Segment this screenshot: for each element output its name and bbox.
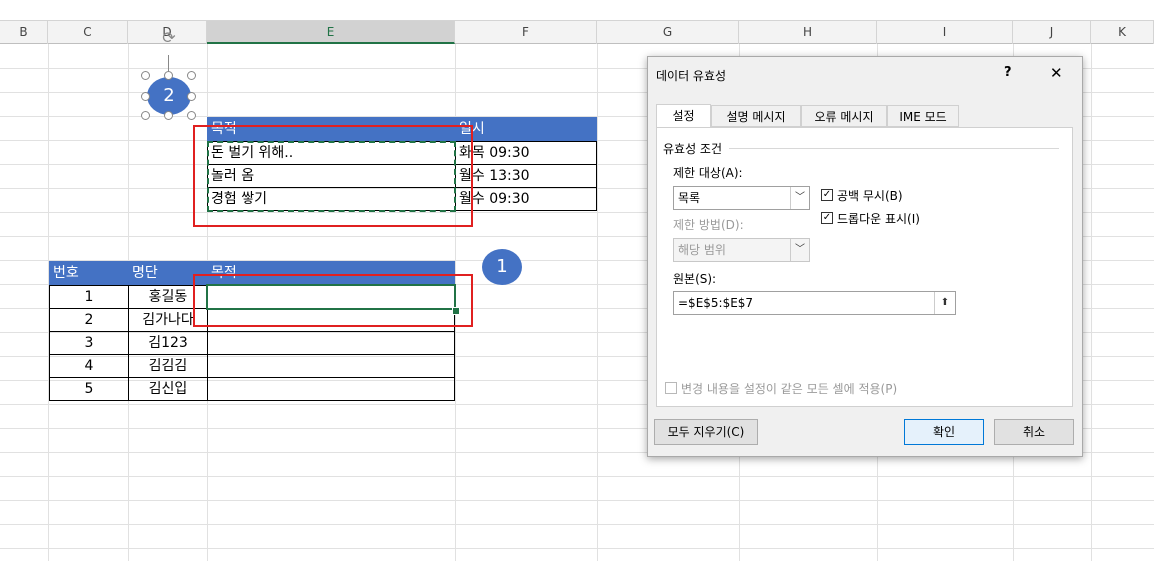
allow-select[interactable]: 목록 ﹀ <box>673 186 810 210</box>
in-cell-dropdown-label: 드롭다운 표시(I) <box>837 212 920 226</box>
ok-button[interactable]: 확인 <box>904 419 984 445</box>
in-cell-dropdown-checkbox[interactable]: ✓ <box>821 212 833 224</box>
allow-label: 제한 대상(A): <box>673 166 743 180</box>
column-header-k[interactable]: K <box>1091 21 1154 44</box>
column-header-b[interactable]: B <box>0 21 48 44</box>
highlight-box-source <box>193 125 473 227</box>
purpose-input-cell[interactable] <box>207 377 455 401</box>
callout-two[interactable]: 2 <box>147 77 191 115</box>
chevron-down-icon[interactable]: ﹀ <box>790 187 809 209</box>
apply-all-label: 변경 내용을 설정이 같은 모든 셀에 적용(P) <box>681 382 898 396</box>
tab-settings[interactable]: 설정 <box>656 104 711 128</box>
source-label: 원본(S): <box>673 272 717 286</box>
purpose-input-cell[interactable] <box>207 331 455 355</box>
data-select-value: 해당 범위 <box>678 243 726 257</box>
collapse-dialog-icon[interactable]: ⬆ <box>934 292 955 314</box>
cancel-button[interactable]: 취소 <box>994 419 1074 445</box>
callout-one: 1 <box>482 249 522 285</box>
column-header-j[interactable]: J <box>1013 21 1091 44</box>
column-header-i[interactable]: I <box>877 21 1013 44</box>
name-cell[interactable]: 김김김 <box>128 354 208 378</box>
name-cell[interactable]: 김123 <box>128 331 208 355</box>
settings-panel: 유효성 조건 제한 대상(A): 목록 ﹀ ✓ 공백 무시(B) ✓ 드롭다운 … <box>656 127 1073 407</box>
column-header-h[interactable]: H <box>739 21 877 44</box>
section-divider <box>729 148 1059 149</box>
number-cell[interactable]: 1 <box>49 285 129 309</box>
apply-all-checkbox[interactable] <box>665 382 677 394</box>
dialog-title: 데이터 유효성 <box>656 69 727 83</box>
clear-all-button[interactable]: 모두 지우기(C) <box>654 419 758 445</box>
help-button[interactable]: ? <box>1004 65 1012 80</box>
data-validation-dialog: 데이터 유효성 ? ✕ 설정 설명 메시지 오류 메시지 IME 모드 유효성 … <box>647 56 1083 457</box>
tab-ime-mode[interactable]: IME 모드 <box>887 105 959 127</box>
purpose-input-cell[interactable] <box>207 354 455 378</box>
data-select: 해당 범위 ﹀ <box>673 238 810 262</box>
column-header-e[interactable]: E <box>207 21 455 44</box>
header-schedule[interactable]: 일시 <box>455 117 597 141</box>
chevron-down-icon: ﹀ <box>790 239 809 261</box>
ignore-blank-label: 공백 무시(B) <box>837 189 903 203</box>
close-button[interactable]: ✕ <box>1050 64 1063 82</box>
column-header-g[interactable]: G <box>597 21 739 44</box>
schedule-cell[interactable]: 월수 13:30 <box>455 164 597 188</box>
source-input-value: =$E$5:$E$7 <box>678 296 754 310</box>
tab-input-message[interactable]: 설명 메시지 <box>711 105 801 127</box>
number-cell[interactable]: 5 <box>49 377 129 401</box>
highlight-box-target <box>193 274 473 327</box>
ribbon-edge <box>0 0 1154 10</box>
column-header-f[interactable]: F <box>455 21 597 44</box>
number-cell[interactable]: 4 <box>49 354 129 378</box>
name-cell[interactable]: 김신입 <box>128 377 208 401</box>
schedule-cell[interactable]: 화목 09:30 <box>455 141 597 165</box>
source-input[interactable]: =$E$5:$E$7 ⬆ <box>673 291 956 315</box>
number-cell[interactable]: 2 <box>49 308 129 332</box>
data-label: 제한 방법(D): <box>673 218 744 232</box>
tab-error-alert[interactable]: 오류 메시지 <box>801 105 887 127</box>
rotate-handle-icon[interactable]: ⟳ <box>160 29 178 47</box>
ignore-blank-checkbox[interactable]: ✓ <box>821 189 833 201</box>
schedule-cell[interactable]: 월수 09:30 <box>455 187 597 211</box>
validation-criteria-label: 유효성 조건 <box>663 142 723 156</box>
number-cell[interactable]: 3 <box>49 331 129 355</box>
allow-select-value: 목록 <box>678 191 701 205</box>
column-header-c[interactable]: C <box>48 21 128 44</box>
header-number[interactable]: 번호 <box>49 261 129 285</box>
